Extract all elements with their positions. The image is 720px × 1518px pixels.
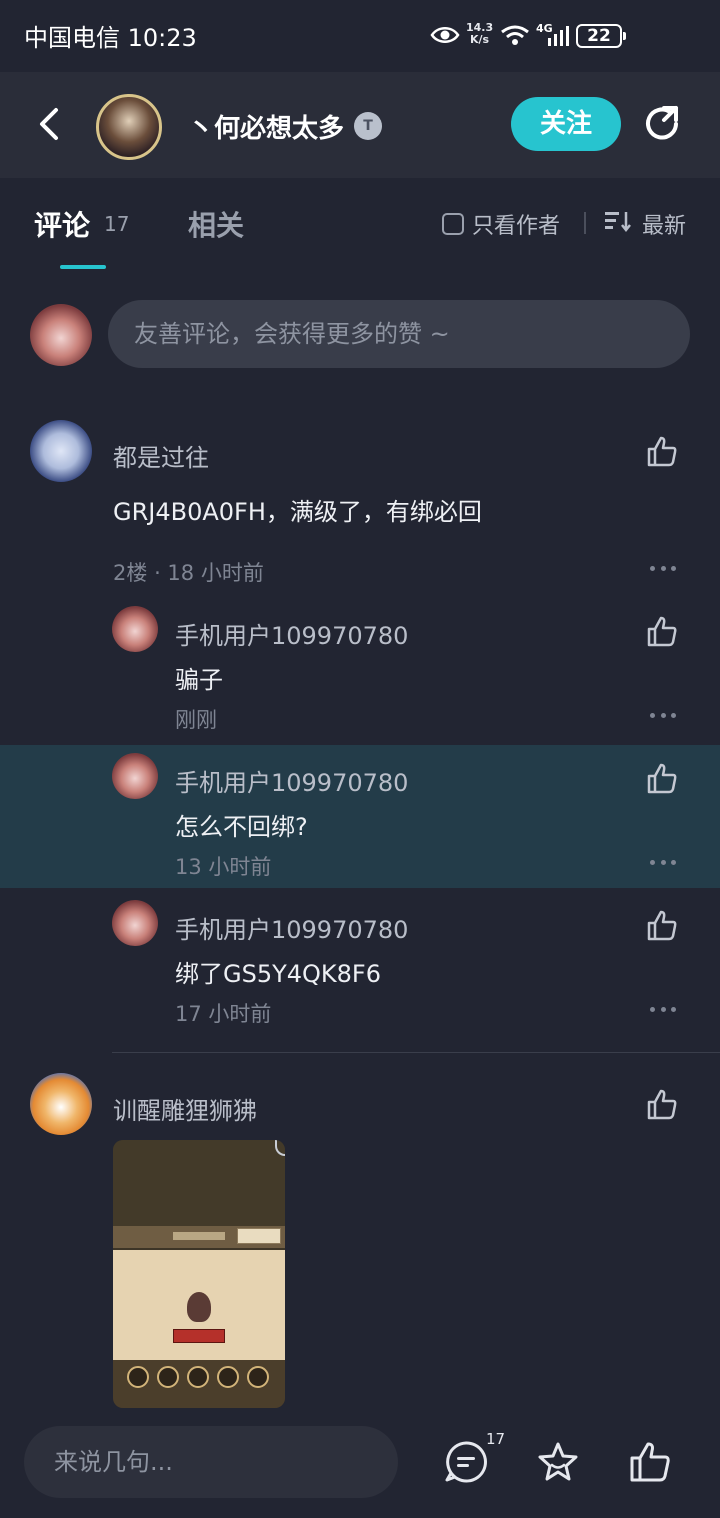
reply-content: 绑了GS5Y4QK8F6 (175, 960, 382, 988)
author-only-label: 只看作者 (472, 214, 561, 239)
carrier-time: 中国电信 10:23 (24, 24, 197, 52)
reply-time: 13 小时前 (175, 855, 272, 879)
status-bar: 中国电信 10:23 14.3 K/s 4G 22 (0, 0, 720, 72)
eye-icon (430, 24, 460, 50)
wifi-icon (500, 24, 530, 50)
reply-user-name[interactable]: 手机用户109970780 (175, 910, 408, 945)
avatar[interactable] (112, 753, 158, 799)
tab-comments[interactable]: 评论 (34, 204, 90, 244)
more-options-icon[interactable] (650, 566, 676, 574)
comment-divider (112, 1052, 720, 1053)
net-speed-unit: K/s (470, 33, 490, 46)
reply-user-name[interactable]: 手机用户109970780 (175, 616, 408, 651)
avatar[interactable] (30, 1073, 92, 1135)
tab-active-indicator (60, 265, 106, 269)
battery-indicator: 22 (576, 24, 626, 48)
more-options-icon[interactable] (650, 860, 676, 868)
sort-icon (604, 209, 632, 239)
star-icon[interactable] (536, 1440, 580, 1484)
comment-floor: 2楼 (113, 561, 148, 585)
reply-content: 骗子 (175, 666, 223, 694)
tab-comments-count: 17 (104, 212, 130, 236)
net-speed: 14.3 K/s (466, 22, 493, 46)
more-options-icon[interactable] (650, 713, 676, 721)
thumbs-up-icon[interactable] (645, 435, 679, 469)
thumbs-up-icon[interactable] (645, 909, 679, 943)
comment-user-name[interactable]: 训醒雕狸狮狒 (113, 1091, 257, 1126)
bottom-comment-input[interactable]: 来说几句... (24, 1426, 398, 1498)
back-button[interactable] (30, 102, 74, 146)
comment-input[interactable]: 友善评论，会获得更多的赞 ~ (108, 300, 690, 368)
thumbs-up-icon[interactable] (628, 1440, 672, 1484)
thumbs-up-icon[interactable] (645, 762, 679, 796)
level-badge-icon: T (354, 112, 382, 140)
tab-related[interactable]: 相关 (188, 204, 244, 244)
author-name[interactable]: 丶何必想太多 (188, 108, 344, 145)
thumbs-up-icon[interactable] (645, 615, 679, 649)
comment-icon[interactable] (444, 1440, 488, 1484)
comment-image-thumbnail[interactable] (113, 1140, 285, 1408)
author-only-checkbox[interactable] (442, 213, 464, 235)
signal-icon (546, 24, 570, 50)
sort-toggle[interactable]: 最新 (604, 208, 686, 240)
reply-time: 17 小时前 (175, 1002, 272, 1026)
comment-count-badge: 17 (486, 1430, 506, 1448)
my-avatar (30, 304, 92, 366)
comment-user-name[interactable]: 都是过往 (113, 438, 209, 473)
comment-content: GRJ4B0A0FH，满级了，有绑必回 (113, 498, 482, 526)
comment-meta: 2楼 · 18 小时前 (113, 561, 264, 585)
reply-content: 怎么不回绑? (175, 813, 308, 841)
follow-button[interactable]: 关注 (511, 97, 621, 151)
reply-time: 刚刚 (175, 708, 217, 732)
reply-user-name[interactable]: 手机用户109970780 (175, 763, 408, 798)
more-options-icon[interactable] (650, 1007, 676, 1015)
tab-divider (584, 212, 586, 234)
avatar[interactable] (30, 420, 92, 482)
share-icon[interactable] (640, 102, 684, 146)
profile-header: 丶何必想太多 T 关注 (0, 72, 720, 178)
author-avatar[interactable] (96, 94, 162, 160)
sort-label: 最新 (642, 214, 687, 239)
comment-time: 18 小时前 (167, 561, 264, 585)
author-only-filter[interactable]: 只看作者 (442, 208, 560, 240)
avatar[interactable] (112, 606, 158, 652)
thumbs-up-icon[interactable] (645, 1088, 679, 1122)
avatar[interactable] (112, 900, 158, 946)
